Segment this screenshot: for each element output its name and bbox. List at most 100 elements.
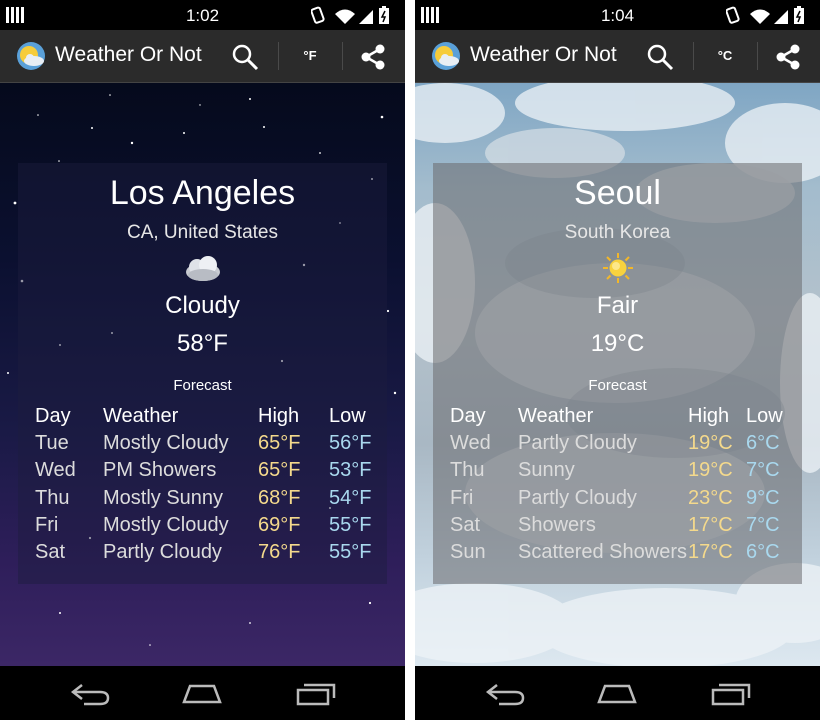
forecast-weather: Partly Cloudy <box>103 541 222 563</box>
app-title: Weather Or Not <box>55 43 202 66</box>
action-divider <box>757 42 758 70</box>
forecast-low: 7°C <box>746 459 780 481</box>
region-name: South Korea <box>564 222 671 243</box>
current-condition: Fair <box>596 292 639 319</box>
vibrate-icon <box>311 6 325 24</box>
current-temperature: 19°C <box>590 330 645 357</box>
forecast-day: Thu <box>35 487 70 509</box>
forecast-row: Wed PM Showers 65°F 53°F <box>0 459 405 485</box>
forecast-row: Sat Partly Cloudy 76°F 55°F <box>0 541 405 567</box>
region-name: CA, United States <box>126 222 279 243</box>
app-logo-icon[interactable] <box>16 41 46 71</box>
signal-icon <box>359 10 373 24</box>
signal-icon <box>774 10 788 24</box>
forecast-day: Sat <box>35 541 66 563</box>
header-low: Low <box>746 405 783 427</box>
forecast-low: 55°F <box>329 541 372 563</box>
forecast-row: Wed Partly Cloudy 19°C 6°C <box>415 432 820 458</box>
unit-toggle-button[interactable]: °C <box>698 48 752 63</box>
vibrate-icon <box>726 6 740 24</box>
recents-button-icon[interactable] <box>709 678 753 708</box>
forecast-day: Tue <box>35 432 69 454</box>
forecast-high: 19°C <box>688 432 733 454</box>
battery-icon <box>379 6 389 24</box>
forecast-title: Forecast <box>173 377 232 394</box>
action-bar: Weather Or Not °F <box>0 30 405 83</box>
forecast-row: Tue Mostly Cloudy 65°F 56°F <box>0 432 405 458</box>
forecast-weather: Showers <box>518 514 596 536</box>
forecast-weather: Partly Cloudy <box>518 432 637 454</box>
forecast-low: 56°F <box>329 432 372 454</box>
cloudy-icon <box>186 256 220 281</box>
back-button-icon[interactable] <box>483 678 527 708</box>
phone-screen-los-angeles: 1:02 Weather Or Not °F Los Angeles CA, U… <box>0 0 405 720</box>
navigation-bar <box>0 666 405 720</box>
share-icon[interactable] <box>358 42 388 72</box>
forecast-header: Day Weather High Low <box>415 405 820 431</box>
back-button-icon[interactable] <box>68 678 112 708</box>
forecast-day: Fri <box>35 514 59 536</box>
recents-button-icon[interactable] <box>294 678 338 708</box>
city-name: Los Angeles <box>109 174 296 212</box>
forecast-row: Sat Showers 17°C 7°C <box>415 514 820 540</box>
phone-screen-seoul: 1:04 Weather Or Not °C Seoul South Korea… <box>415 0 820 720</box>
forecast-low: 6°C <box>746 432 780 454</box>
forecast-high: 65°F <box>258 432 301 454</box>
current-condition: Cloudy <box>165 292 240 319</box>
forecast-day: Wed <box>450 432 491 454</box>
forecast-high: 68°F <box>258 487 301 509</box>
forecast-row: Fri Partly Cloudy 23°C 9°C <box>415 487 820 513</box>
action-bar: Weather Or Not °C <box>415 30 820 83</box>
header-high: High <box>688 405 730 427</box>
forecast-weather: Mostly Cloudy <box>103 514 229 536</box>
forecast-high: 17°C <box>688 541 733 563</box>
home-button-icon[interactable] <box>180 678 224 708</box>
forecast-weather: PM Showers <box>103 459 217 481</box>
header-low: Low <box>329 405 366 427</box>
forecast-low: 53°F <box>329 459 372 481</box>
header-weather: Weather <box>103 405 179 427</box>
forecast-day: Wed <box>35 459 76 481</box>
share-icon[interactable] <box>773 42 803 72</box>
action-divider <box>278 42 279 70</box>
forecast-weather: Sunny <box>518 459 575 481</box>
navigation-bar <box>415 666 820 720</box>
forecast-high: 76°F <box>258 541 301 563</box>
forecast-weather: Mostly Sunny <box>103 487 224 509</box>
forecast-header: Day Weather High Low <box>0 405 405 431</box>
forecast-weather: Scattered Showers <box>518 541 687 563</box>
forecast-day: Thu <box>450 459 485 481</box>
app-logo-icon[interactable] <box>431 41 461 71</box>
unit-toggle-button[interactable]: °F <box>283 48 337 63</box>
forecast-row: Thu Mostly Sunny 68°F 54°F <box>0 487 405 513</box>
search-icon[interactable] <box>645 42 675 72</box>
forecast-day: Sat <box>450 514 481 536</box>
forecast-row: Thu Sunny 19°C 7°C <box>415 459 820 485</box>
forecast-low: 9°C <box>746 487 780 509</box>
forecast-row: Fri Mostly Cloudy 69°F 55°F <box>0 514 405 540</box>
forecast-high: 69°F <box>258 514 301 536</box>
search-icon[interactable] <box>230 42 260 72</box>
forecast-day: Sun <box>450 541 486 563</box>
status-bar: 1:02 <box>0 0 405 30</box>
forecast-weather: Partly Cloudy <box>518 487 637 509</box>
forecast-low: 54°F <box>329 487 372 509</box>
forecast-high: 17°C <box>688 514 733 536</box>
forecast-low: 55°F <box>329 514 372 536</box>
forecast-high: 65°F <box>258 459 301 481</box>
wifi-icon <box>335 9 355 24</box>
app-title: Weather Or Not <box>470 43 617 66</box>
wifi-icon <box>750 9 770 24</box>
header-high: High <box>258 405 300 427</box>
status-bar: 1:04 <box>415 0 820 30</box>
forecast-day: Fri <box>450 487 474 509</box>
battery-icon <box>794 6 804 24</box>
home-button-icon[interactable] <box>595 678 639 708</box>
sun-icon <box>603 253 633 283</box>
forecast-low: 6°C <box>746 541 780 563</box>
forecast-title: Forecast <box>588 377 647 394</box>
status-icons <box>311 6 389 24</box>
forecast-row: Sun Scattered Showers 17°C 6°C <box>415 541 820 567</box>
forecast-high: 23°C <box>688 487 733 509</box>
forecast-low: 7°C <box>746 514 780 536</box>
